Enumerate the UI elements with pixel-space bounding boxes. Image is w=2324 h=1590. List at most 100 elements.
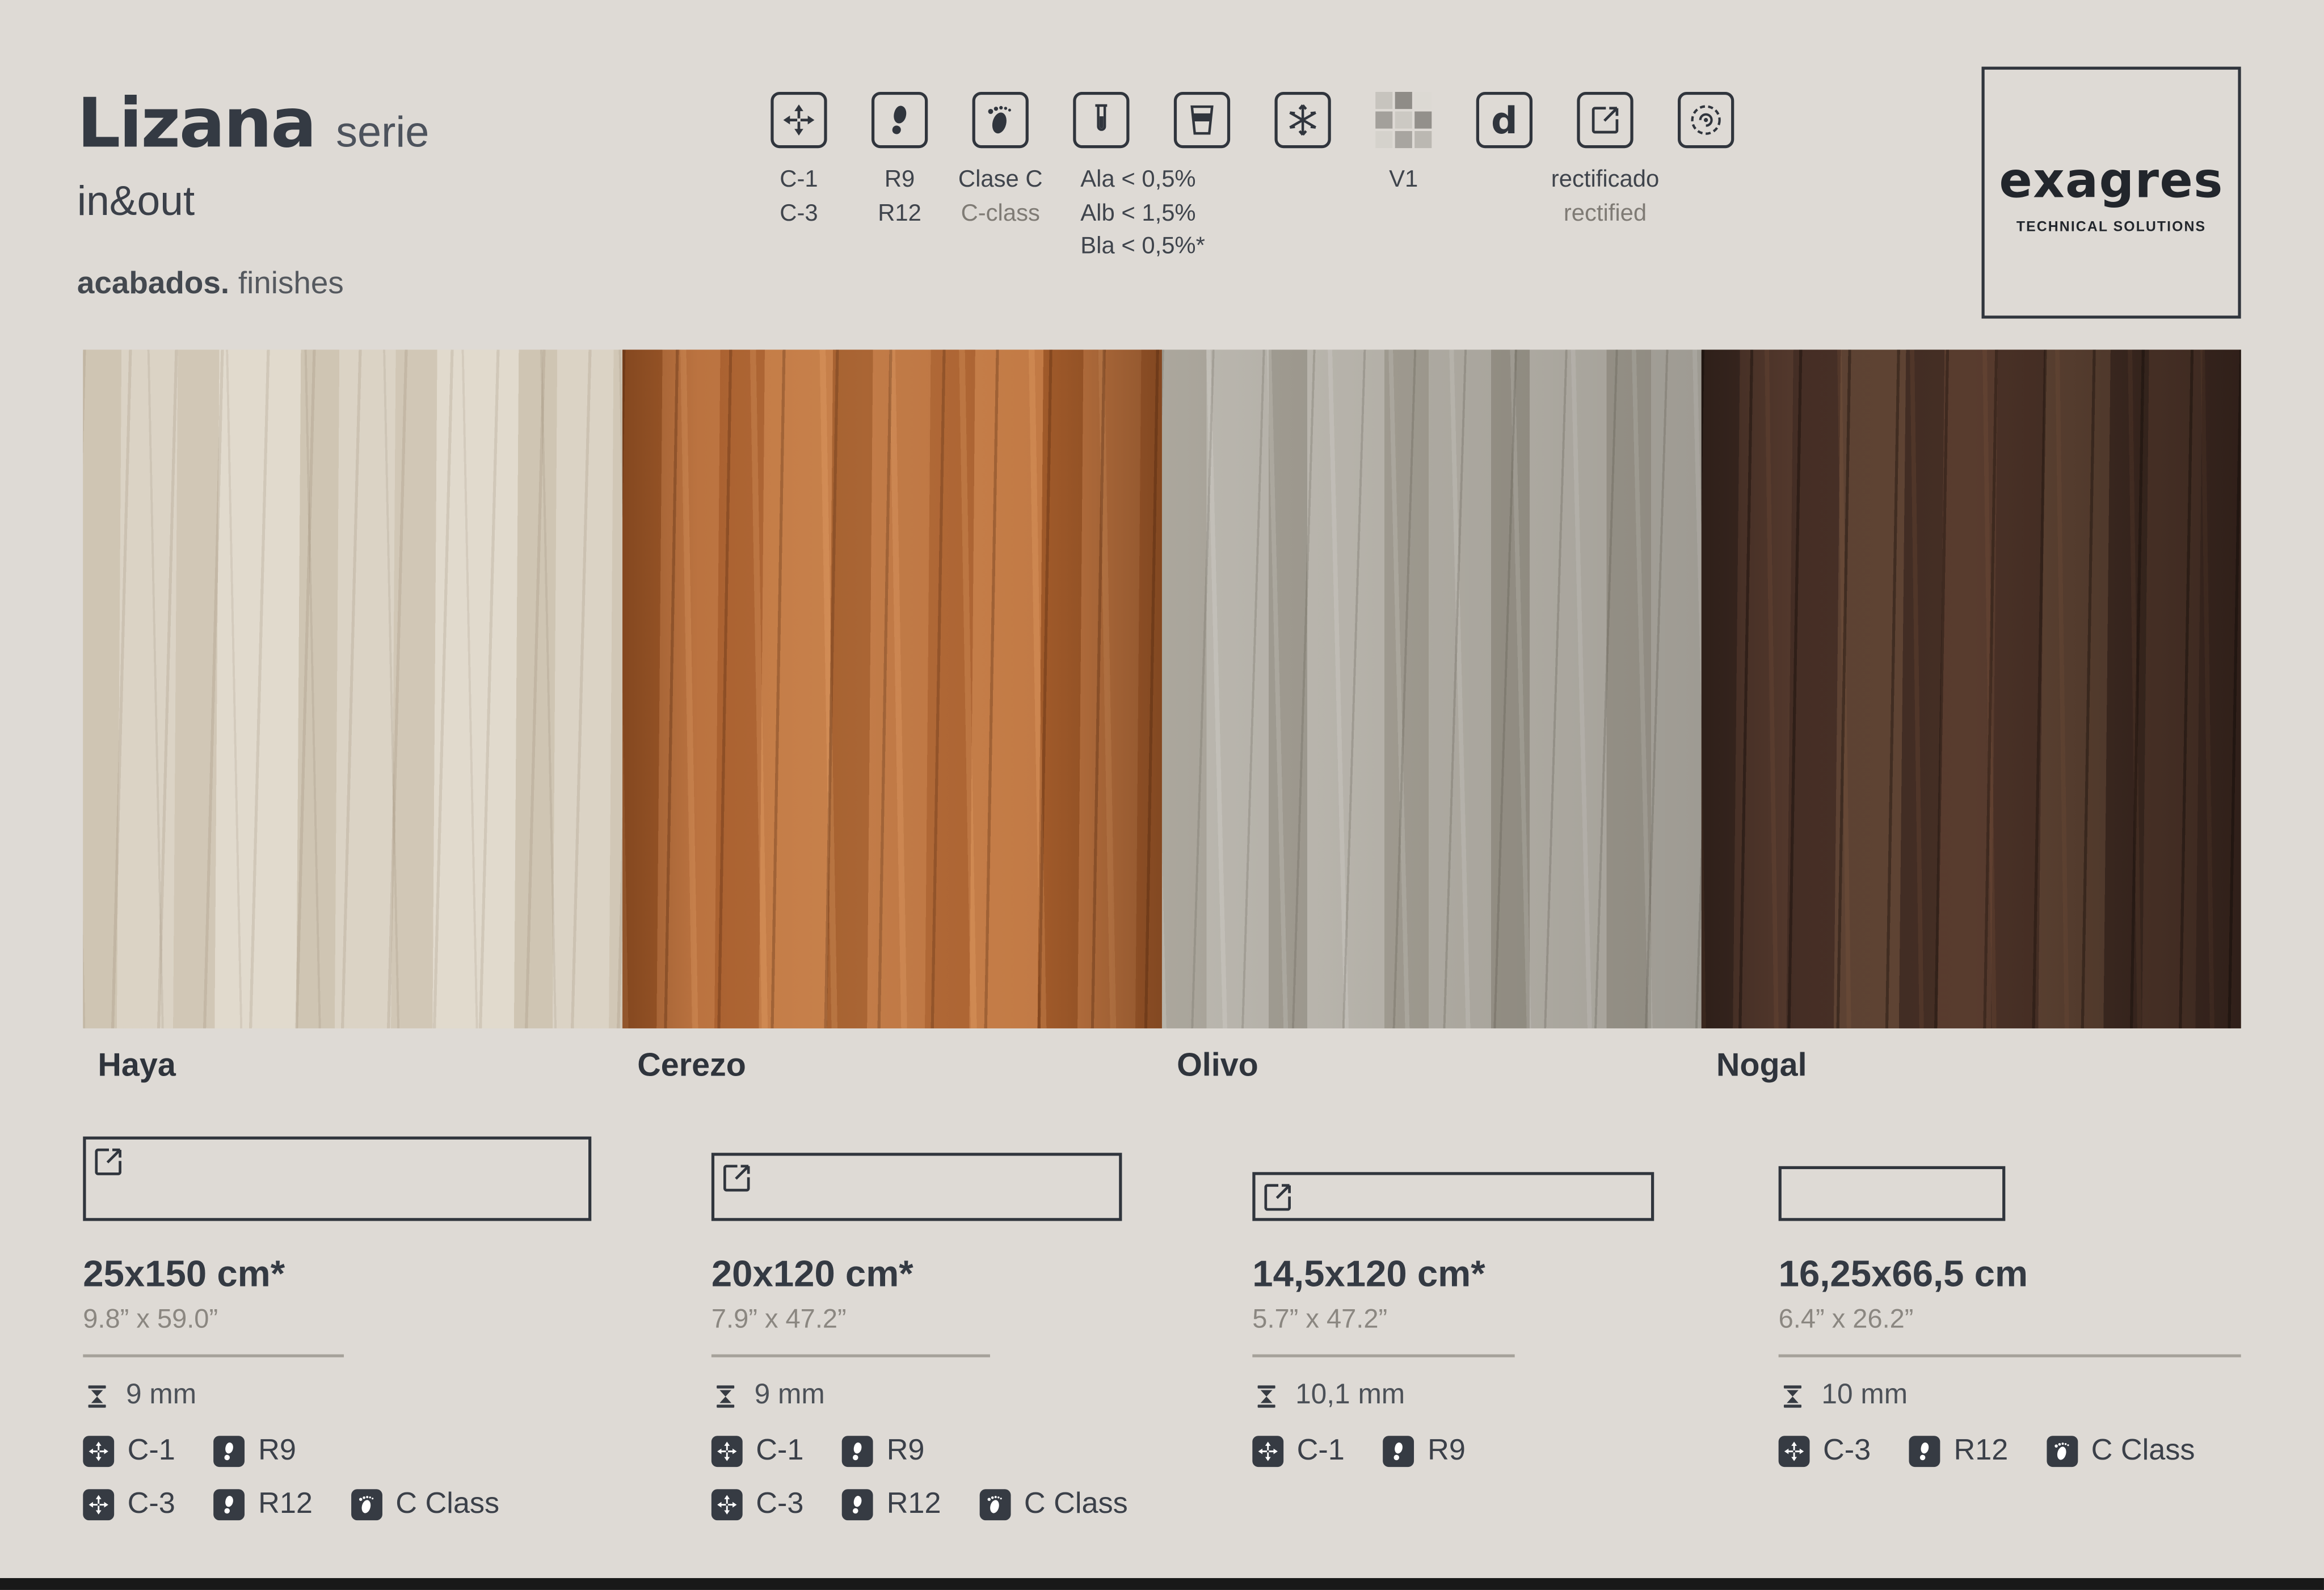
spec-barefoot: C Class (2047, 1435, 2195, 1469)
finishes-heading: acabados.finishes (77, 267, 430, 302)
finishes-label-es: acabados. (77, 267, 229, 301)
spec-abrasion: C-1 (711, 1435, 804, 1469)
spec-row: C-1 R9 (711, 1435, 1260, 1469)
legend-item-barefoot-class: Clase C C-class (950, 92, 1051, 265)
barefoot-icon (980, 1489, 1011, 1520)
thickness-row: 10,1 mm (1252, 1380, 1801, 1412)
legend-label: rectified (1551, 198, 1659, 231)
rectified-icon (1260, 1179, 1295, 1215)
spec-abrasion: C-3 (1779, 1435, 1871, 1469)
size-cm: 25x150 cm* (83, 1254, 631, 1297)
legend-item-frost-resistance (1252, 92, 1353, 265)
spec-row: C-3 R12 C Class (83, 1488, 631, 1522)
legend-label: Bla < 0,5%* (1080, 232, 1205, 265)
letter-d-icon: d (1476, 92, 1533, 148)
format-wrap (1252, 1129, 1801, 1221)
thickness-row: 10 mm (1779, 1380, 2324, 1412)
product-name-olivo: Olivo (1177, 1046, 1258, 1085)
thickness-value: 10,1 mm (1295, 1380, 1405, 1412)
shoe-print-icon (872, 92, 928, 148)
size-inches: 5.7” x 47.2” (1252, 1304, 1801, 1335)
format-wrap (83, 1129, 631, 1221)
legend-item-slip-resistance: R9 R12 (849, 92, 950, 265)
thickness-icon (711, 1382, 740, 1410)
series-title-row: Lizana serie (77, 83, 430, 163)
spec-value: C-1 (1297, 1435, 1345, 1469)
swatch-haya (83, 349, 622, 1028)
product-column-olivo: 14,5x120 cm* 5.7” x 47.2” 10,1 mm C-1 R9 (1252, 1129, 1801, 1468)
legend-label: R9 (878, 165, 921, 198)
product-name-cerezo: Cerezo (637, 1046, 746, 1085)
spec-value: C-3 (1823, 1435, 1871, 1469)
finish-swatches (83, 349, 2241, 1028)
format-outline (1252, 1172, 1654, 1221)
thickness-icon (1252, 1382, 1281, 1410)
divider (711, 1355, 990, 1357)
size-cm: 16,25x66,5 cm (1779, 1254, 2324, 1297)
legend-label: C-1 (780, 165, 818, 198)
series-title: Lizana (77, 83, 315, 163)
spec-value: C Class (1024, 1488, 1128, 1522)
spec-value: C-3 (756, 1488, 803, 1522)
thickness-icon (83, 1382, 111, 1410)
bottom-bar (0, 1578, 2324, 1590)
rectified-icon (1577, 92, 1633, 148)
spec-value: R9 (1428, 1435, 1466, 1469)
size-inches: 7.9” x 47.2” (711, 1304, 1260, 1335)
size-cm: 20x120 cm* (711, 1254, 1260, 1297)
expand-arrows-icon (711, 1436, 743, 1467)
spec-abrasion: C-1 (83, 1435, 175, 1469)
spec-value: C-1 (756, 1435, 803, 1469)
spec-slip: R9 (1383, 1435, 1466, 1469)
barefoot-icon (972, 92, 1029, 148)
thickness-row: 9 mm (83, 1380, 631, 1412)
legend-item-hygienic (1656, 92, 1757, 265)
shoe-print-icon (1383, 1436, 1414, 1467)
divider (83, 1355, 344, 1357)
spec-slip: R12 (1909, 1435, 2008, 1469)
spec-value: C-3 (128, 1488, 175, 1522)
brand-name: exagres (1999, 150, 2223, 208)
rectified-icon (719, 1160, 755, 1196)
size-cm: 14,5x120 cm* (1252, 1254, 1801, 1297)
expand-arrows-icon (83, 1436, 114, 1467)
barefoot-icon (2047, 1436, 2078, 1467)
divider (1779, 1355, 2241, 1357)
legend-label: C-3 (780, 198, 818, 231)
spec-abrasion: C-3 (83, 1488, 175, 1522)
expand-arrows-icon (1779, 1436, 1810, 1467)
spec-value: R12 (1953, 1435, 2008, 1469)
series-title-suffix: serie (336, 109, 429, 158)
legend-label: C-class (958, 198, 1043, 231)
spec-slip: R12 (842, 1488, 941, 1522)
rectified-icon (90, 1144, 126, 1180)
size-inches: 6.4” x 26.2” (1779, 1304, 2324, 1335)
legend-item-abrasion-class: C-1 C-3 (748, 92, 849, 265)
spec-row: C-1 R9 (83, 1435, 631, 1469)
format-wrap (711, 1129, 1260, 1221)
expand-arrows-icon (711, 1489, 743, 1520)
swatch-olivo (1162, 349, 1702, 1028)
spec-barefoot: C Class (980, 1488, 1128, 1522)
glass-icon (1174, 92, 1230, 148)
test-tube-icon (1073, 92, 1129, 148)
shoe-print-icon (842, 1436, 873, 1467)
shade-variation-grid-icon (1375, 92, 1432, 148)
spec-row: C-3 R12 C Class (711, 1488, 1260, 1522)
catalog-page: Lizana serie in&out acabados.finishes C-… (0, 0, 2324, 1590)
brand-logo: exagres TECHNICAL SOLUTIONS (1982, 67, 2241, 319)
product-column-nogal: 16,25x66,5 cm 6.4” x 26.2” 10 mm C-3 R12… (1779, 1129, 2324, 1468)
thickness-value: 10 mm (1821, 1380, 1908, 1412)
legend-item-shade-variation: V1 (1353, 92, 1454, 265)
certification-legend: C-1 C-3 R9 R12 Clase C C-class (748, 92, 1756, 265)
brand-tagline: TECHNICAL SOLUTIONS (2016, 218, 2206, 235)
letter-d-glyph: d (1491, 102, 1518, 138)
format-outline (1779, 1166, 2006, 1221)
spec-abrasion: C-3 (711, 1488, 804, 1522)
format-outline (83, 1137, 591, 1221)
thickness-icon (1779, 1382, 1807, 1410)
spec-value: C-1 (128, 1435, 175, 1469)
shoe-print-icon (214, 1436, 245, 1467)
legend-label: Alb < 1,5% (1080, 198, 1195, 231)
legend-label: rectificado (1551, 165, 1659, 198)
